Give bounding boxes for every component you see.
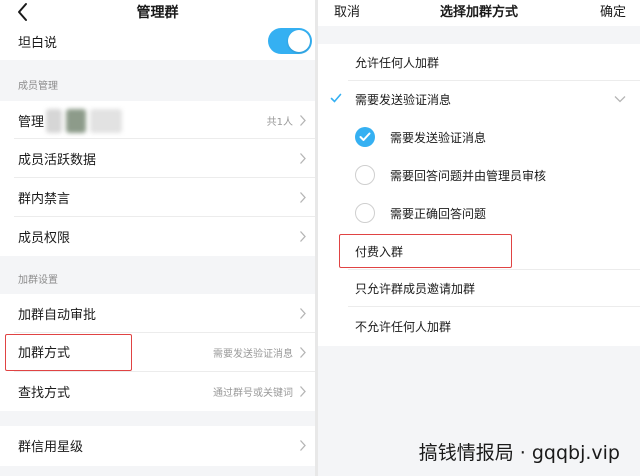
section-members: 成员管理 (0, 60, 315, 101)
checkmark-icon (359, 132, 371, 141)
page-title: 管理群 (136, 5, 179, 21)
radio-unchecked[interactable] (355, 203, 375, 223)
page-title: 选择加群方式 (439, 5, 518, 20)
suboption-answer-correct[interactable]: 需要正确回答问题 (318, 195, 640, 232)
suboption-answer-review[interactable]: 需要回答问题并由管理员审核 (318, 157, 640, 194)
option-label: 需要发送验证消息 (355, 93, 452, 107)
auto-approve-label: 加群自动审批 (18, 308, 97, 323)
section-title-join: 加群设置 (18, 275, 58, 286)
checkmark-icon (330, 93, 342, 103)
admin-count: 共1人 (266, 117, 293, 128)
mute-row[interactable]: 群内禁言 (0, 178, 315, 217)
watermark-text: 搞钱情报局 · gqqbj.vip (418, 442, 620, 464)
tanbai-row: 坦白说 (0, 26, 315, 60)
activity-row[interactable]: 成员活跃数据 (0, 139, 315, 178)
empty-area: 搞钱情报局 · gqqbj.vip (318, 346, 640, 476)
blurred-text (46, 109, 62, 133)
join-method-value: 需要发送验证消息 (213, 349, 293, 360)
radio-unchecked[interactable] (355, 165, 375, 185)
activity-label: 成员活跃数据 (18, 153, 97, 168)
find-method-value: 通过群号或关键词 (213, 388, 293, 399)
nav-bar: 取消 选择加群方式 确定 (318, 0, 640, 26)
highlight-box-join-method (5, 334, 132, 371)
admin-row[interactable]: 管理 共1人 (0, 101, 315, 139)
chevron-right-icon (300, 386, 306, 397)
chevron-right-icon (300, 115, 306, 126)
admin-label: 管理 (18, 115, 45, 130)
chevron-right-icon (300, 440, 306, 451)
chevron-down-icon (614, 96, 626, 103)
chevron-right-icon (300, 192, 306, 203)
highlight-box-paid (339, 234, 512, 268)
nav-bar: 管理群 (0, 0, 315, 26)
chevron-right-icon (300, 231, 306, 242)
chevron-right-icon (300, 153, 306, 164)
toggle-knob (288, 30, 310, 52)
join-method-panel: 取消 选择加群方式 确定 允许任何人加群 需要发送验证消息 需要发送验证消息 需… (318, 0, 640, 476)
suboption-label: 需要回答问题并由管理员审核 (390, 169, 547, 183)
suboption-send-verify[interactable]: 需要发送验证消息 (318, 119, 640, 156)
radio-checked[interactable] (355, 127, 375, 147)
suboption-label: 需要发送验证消息 (390, 131, 487, 145)
option-verify[interactable]: 需要发送验证消息 (318, 81, 640, 118)
blurred-name (90, 109, 122, 133)
tanbai-label: 坦白说 (18, 36, 58, 51)
confirm-button[interactable]: 确定 (600, 1, 626, 20)
row-divider (348, 306, 640, 307)
chevron-right-icon (300, 347, 306, 358)
header-gap (318, 26, 640, 44)
section-join: 加群设置 (0, 256, 315, 294)
section-gap-bottom (0, 466, 315, 476)
option-none[interactable]: 不允许任何人加群 (318, 308, 640, 345)
auto-approve-row[interactable]: 加群自动审批 (0, 294, 315, 333)
section-title-members: 成员管理 (18, 81, 58, 92)
find-method-row[interactable]: 查找方式 通过群号或关键词 (0, 372, 315, 411)
credit-label: 群信用星级 (18, 440, 84, 455)
permission-row[interactable]: 成员权限 (0, 217, 315, 256)
credit-row[interactable]: 群信用星级 (0, 426, 315, 466)
section-gap (0, 411, 315, 426)
mute-label: 群内禁言 (18, 192, 71, 207)
option-label: 不允许任何人加群 (355, 320, 452, 334)
tanbai-toggle[interactable] (268, 28, 312, 54)
option-label: 只允许群成员邀请加群 (355, 282, 476, 296)
option-invite-only[interactable]: 只允许群成员邀请加群 (318, 270, 640, 307)
chevron-right-icon (300, 308, 306, 319)
find-method-label: 查找方式 (18, 386, 71, 401)
manage-group-panel: 管理群 坦白说 成员管理 管理 共1人 成员活跃数据 群内禁言 成员权限 加群设… (0, 0, 315, 476)
blurred-avatar (66, 109, 86, 133)
suboption-label: 需要正确回答问题 (390, 207, 487, 221)
permission-label: 成员权限 (18, 231, 71, 246)
option-anyone[interactable]: 允许任何人加群 (318, 44, 640, 81)
option-label: 允许任何人加群 (355, 56, 440, 70)
